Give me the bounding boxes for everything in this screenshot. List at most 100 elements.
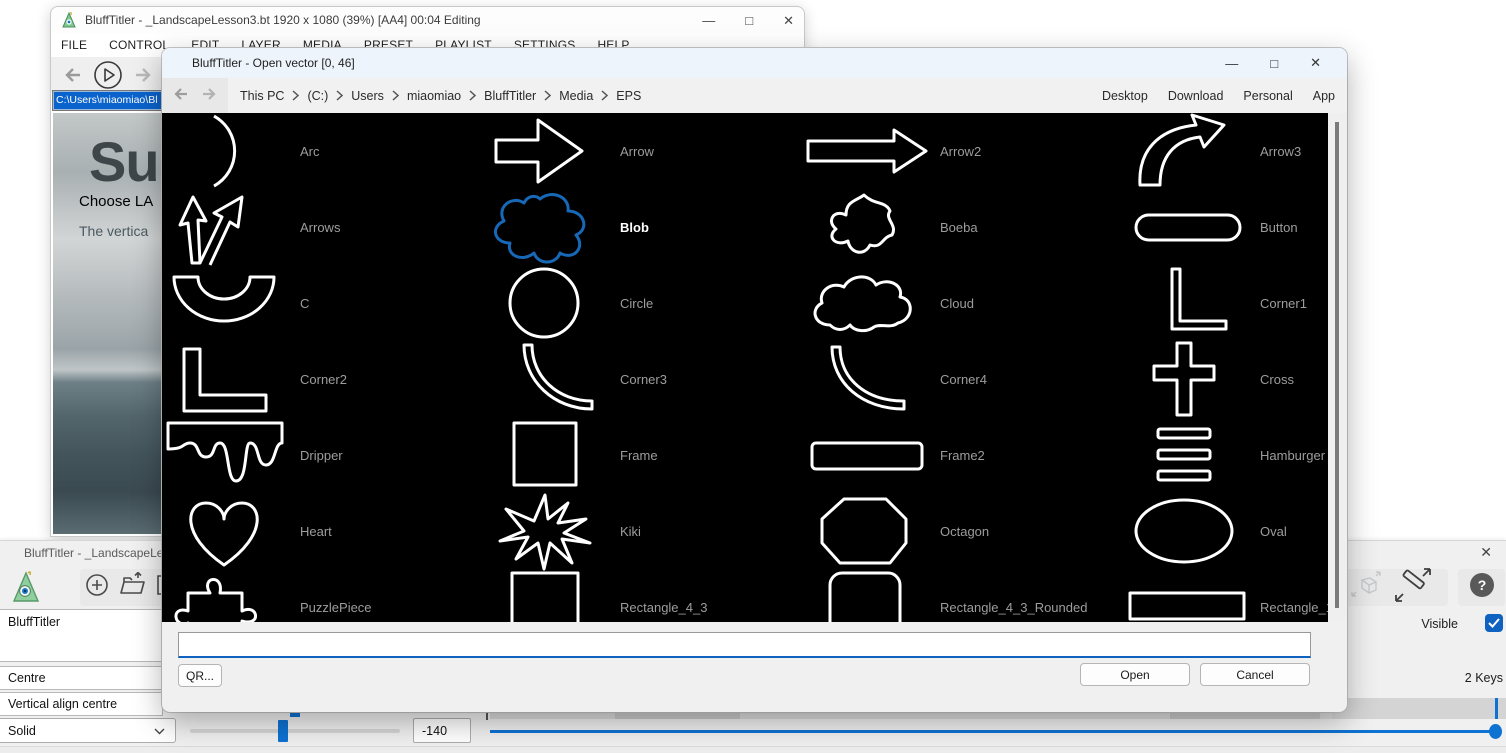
layer-text-field[interactable]: BluffTitler bbox=[0, 609, 163, 662]
shape-item-rectangle_4_3[interactable]: Rectangle_4_3 bbox=[482, 569, 802, 622]
kiki-shape-icon bbox=[482, 493, 612, 569]
forward-arrow-icon[interactable] bbox=[202, 87, 216, 105]
arrow3-shape-icon bbox=[1122, 113, 1252, 189]
value-slider[interactable] bbox=[190, 729, 400, 733]
open-button[interactable]: Open bbox=[1080, 663, 1190, 686]
value-input[interactable]: -140 bbox=[413, 718, 471, 743]
shape-item-cloud[interactable]: Cloud bbox=[802, 265, 1122, 341]
arrow2-shape-icon bbox=[802, 113, 932, 189]
move-3d-icon[interactable] bbox=[1349, 570, 1383, 605]
shape-item-heart[interactable]: Heart bbox=[162, 493, 482, 569]
shape-item-kiki[interactable]: Kiki bbox=[482, 493, 802, 569]
close-icon[interactable]: ✕ bbox=[783, 14, 794, 27]
dialog-minimize-icon[interactable]: — bbox=[1225, 56, 1238, 71]
file-path-field[interactable]: C:\Users\miaomiao\Bl bbox=[53, 91, 164, 110]
shape-label: Corner3 bbox=[620, 372, 667, 387]
back-arrow-icon[interactable] bbox=[174, 87, 188, 105]
play-button[interactable] bbox=[93, 60, 123, 90]
shape-item-oval[interactable]: Oval bbox=[1122, 493, 1328, 569]
preview-pane[interactable]: Su Choose LA The vertica bbox=[53, 113, 164, 534]
shape-item-arc[interactable]: Arc bbox=[162, 113, 482, 189]
shape-label: Arc bbox=[300, 144, 320, 159]
chevron-right-icon bbox=[292, 90, 299, 101]
button-shape-icon bbox=[1122, 189, 1252, 265]
filename-input[interactable] bbox=[178, 632, 1311, 658]
menu-item-control[interactable]: CONTROL bbox=[109, 38, 169, 52]
shape-item-corner2[interactable]: Corner2 bbox=[162, 341, 482, 417]
maximize-icon[interactable]: □ bbox=[745, 14, 753, 27]
slider-handle[interactable] bbox=[278, 720, 288, 742]
corner4-shape-icon bbox=[802, 341, 932, 417]
breadcrumb-segment[interactable]: Users bbox=[351, 89, 384, 103]
cross-shape-icon bbox=[1122, 341, 1252, 417]
quick-link-download[interactable]: Download bbox=[1168, 89, 1224, 103]
breadcrumb-segment[interactable]: Media bbox=[559, 89, 593, 103]
shape-item-cross[interactable]: Cross bbox=[1122, 341, 1328, 417]
style-dropdown[interactable]: Solid bbox=[0, 718, 176, 743]
position-dropdown[interactable]: Centre bbox=[0, 666, 163, 690]
shape-item-octagon[interactable]: Octagon bbox=[802, 493, 1122, 569]
animation-track-line[interactable] bbox=[490, 730, 1500, 733]
quick-links: Desktop Download Personal App bbox=[1102, 89, 1347, 103]
cancel-button[interactable]: Cancel bbox=[1200, 663, 1310, 686]
shape-label: Rectangle_4_3_Rounded bbox=[940, 600, 1087, 615]
quick-link-desktop[interactable]: Desktop bbox=[1102, 89, 1148, 103]
valign-dropdown[interactable]: Vertical align centre bbox=[0, 692, 163, 716]
main-window-titlebar: BluffTitler - _LandscapeLesson3.bt 1920 … bbox=[51, 7, 804, 33]
qr-button[interactable]: QR... bbox=[178, 664, 222, 687]
shape-item-arrow2[interactable]: Arrow2 bbox=[802, 113, 1122, 189]
minimize-icon[interactable]: — bbox=[702, 14, 715, 27]
shape-item-hamburger[interactable]: Hamburger bbox=[1122, 417, 1328, 493]
shape-label: Oval bbox=[1260, 524, 1287, 539]
scale-icon[interactable] bbox=[1393, 568, 1433, 607]
cloud-shape-icon bbox=[802, 265, 932, 341]
shape-item-corner1[interactable]: Corner1 bbox=[1122, 265, 1328, 341]
visible-label: Visible bbox=[1421, 617, 1458, 631]
quick-link-personal[interactable]: Personal bbox=[1243, 89, 1292, 103]
corner2-shape-icon bbox=[162, 341, 292, 417]
dialog-close-icon[interactable]: ✕ bbox=[1310, 55, 1321, 71]
shape-item-c[interactable]: C bbox=[162, 265, 482, 341]
corner1-shape-icon bbox=[1122, 265, 1252, 341]
import-media-icon[interactable] bbox=[118, 572, 148, 603]
breadcrumb-segment[interactable]: BluffTitler bbox=[484, 89, 536, 103]
svg-text:?: ? bbox=[1477, 577, 1486, 593]
shape-item-dripper[interactable]: Dripper bbox=[162, 417, 482, 493]
breadcrumb-segment[interactable]: This PC bbox=[240, 89, 284, 103]
shape-item-frame2[interactable]: Frame2 bbox=[802, 417, 1122, 493]
dialog-maximize-icon[interactable]: □ bbox=[1270, 56, 1278, 71]
back-arrow-icon[interactable] bbox=[65, 68, 81, 82]
keyframe-dot[interactable] bbox=[1489, 724, 1502, 739]
shape-item-corner4[interactable]: Corner4 bbox=[802, 341, 1122, 417]
visible-checkbox[interactable] bbox=[1485, 614, 1503, 632]
scrollbar-thumb[interactable] bbox=[1335, 122, 1339, 608]
shape-label: Arrow bbox=[620, 144, 654, 159]
panel-close-icon[interactable]: ✕ bbox=[1480, 544, 1492, 561]
shape-item-blob[interactable]: Blob bbox=[482, 189, 802, 265]
grid-scrollbar[interactable] bbox=[1328, 113, 1347, 622]
arrows-shape-icon bbox=[162, 189, 292, 265]
add-layer-icon[interactable] bbox=[84, 572, 110, 603]
forward-arrow-icon[interactable] bbox=[135, 68, 151, 82]
shape-item-arrows[interactable]: Arrows bbox=[162, 189, 482, 265]
shape-item-frame[interactable]: Frame bbox=[482, 417, 802, 493]
shape-item-arrow3[interactable]: Arrow3 bbox=[1122, 113, 1328, 189]
shape-item-circle[interactable]: Circle bbox=[482, 265, 802, 341]
shape-item-corner3[interactable]: Corner3 bbox=[482, 341, 802, 417]
help-icon[interactable]: ? bbox=[1469, 572, 1495, 603]
timeline-playhead[interactable] bbox=[1495, 698, 1498, 719]
shape-item-rectangle_4_3_rounded[interactable]: Rectangle_4_3_Rounded bbox=[802, 569, 1122, 622]
shape-item-boeba[interactable]: Boeba bbox=[802, 189, 1122, 265]
shape-item-button[interactable]: Button bbox=[1122, 189, 1328, 265]
chevron-right-icon bbox=[392, 90, 399, 101]
breadcrumb-segment[interactable]: EPS bbox=[616, 89, 641, 103]
menu-item-file[interactable]: FILE bbox=[61, 38, 87, 52]
shape-item-arrow[interactable]: Arrow bbox=[482, 113, 802, 189]
chevron-right-icon bbox=[469, 90, 476, 101]
shape-item-rectangle_16[interactable]: Rectangle_16 bbox=[1122, 569, 1328, 622]
quick-link-app[interactable]: App bbox=[1313, 89, 1335, 103]
breadcrumb-segment[interactable]: (C:) bbox=[307, 89, 328, 103]
rectangle16-shape-icon bbox=[1122, 569, 1252, 622]
breadcrumb-segment[interactable]: miaomiao bbox=[407, 89, 461, 103]
shape-item-puzzlepiece[interactable]: PuzzlePiece bbox=[162, 569, 482, 622]
